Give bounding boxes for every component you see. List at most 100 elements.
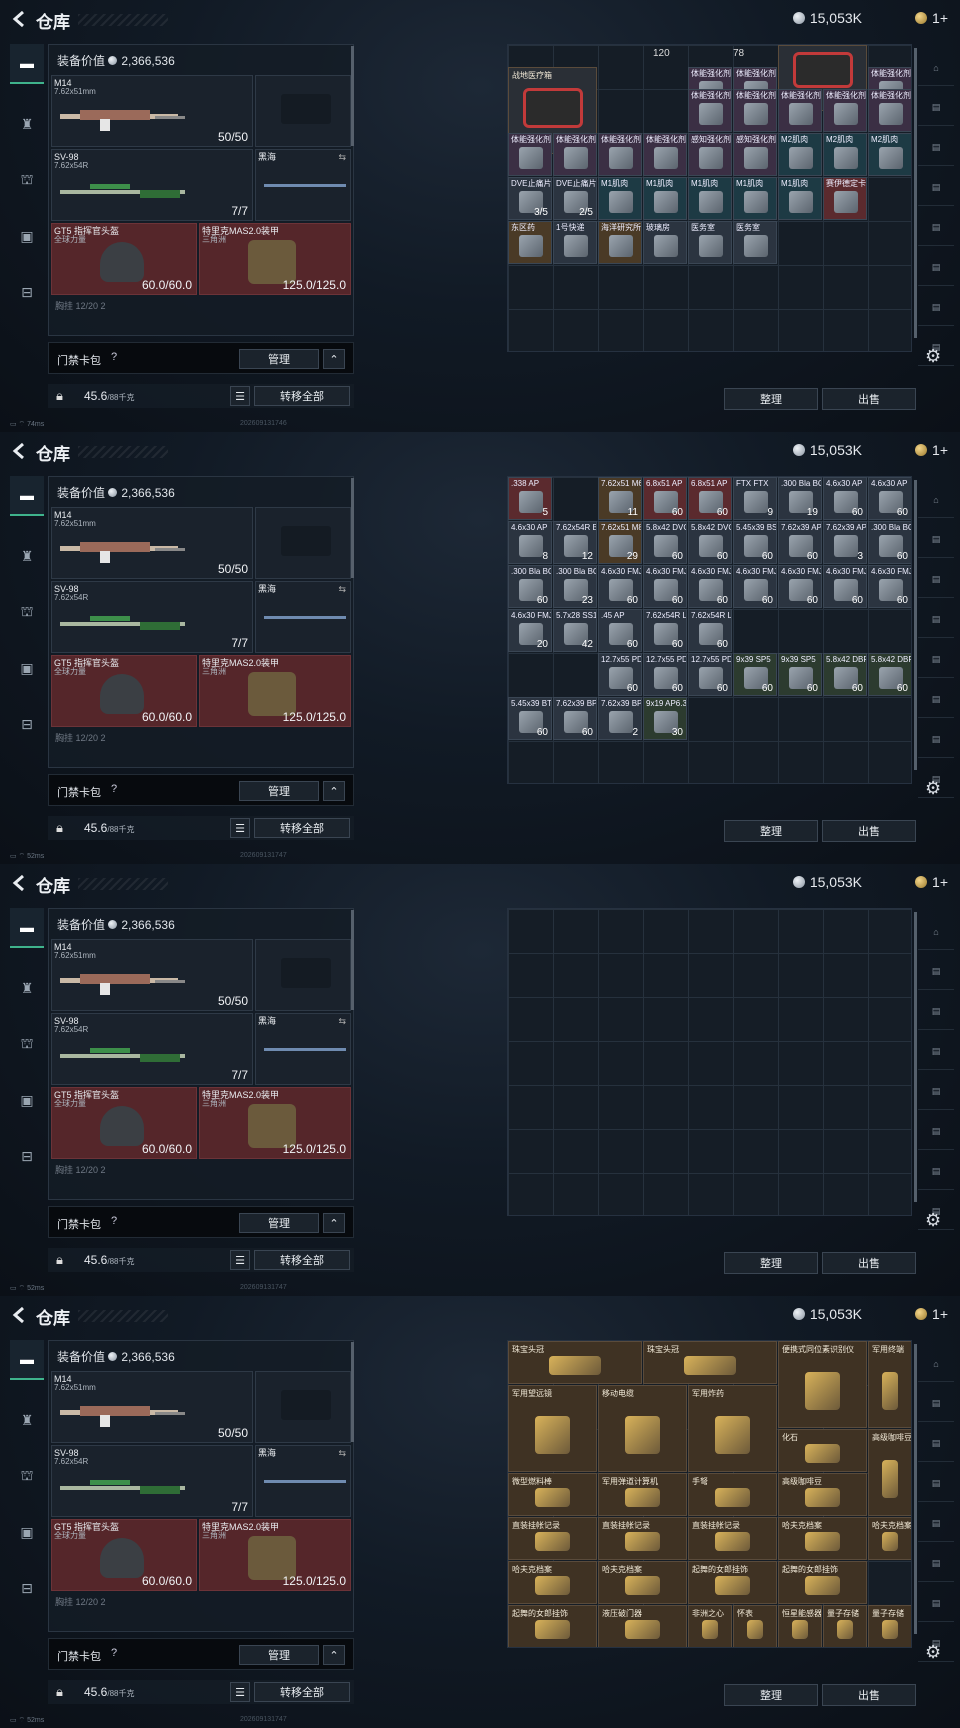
valuable-item[interactable]: 高级咖啡豆 [778,1473,867,1516]
sell-button[interactable]: 出售 [822,388,916,410]
swap-icon[interactable]: ⇆ [338,584,346,595]
primary-weapon-slot[interactable]: M14 7.62x51mm 50/50 [51,939,253,1011]
backpack-icon[interactable]: ⛫ [10,592,44,632]
valuable-item[interactable]: 哈夫克档案 [868,1517,911,1560]
stash-tab-icon[interactable]: ▤ [918,562,954,598]
inventory-item[interactable]: 4.6x30 AP 60 [823,477,867,520]
inventory-item[interactable]: 4.6x30 FMJ SX 60 [823,565,867,608]
sell-button[interactable]: 出售 [822,1684,916,1706]
stash-grid[interactable]: 战地医疗箱80080012078体能强化剂体能强化剂体能强化剂体能强化剂体能强化… [507,44,912,352]
stash-tab-icon[interactable]: ▤ [918,1386,954,1422]
stash-tab-icon[interactable]: ▤ [918,1586,954,1622]
helmet-slot[interactable]: GT5 指挥官头盔 全球力量 60.0/60.0 [51,1519,197,1591]
stash-grid[interactable] [507,908,912,1216]
help-icon[interactable]: ? [111,1215,117,1227]
stash-grid[interactable]: .338 AP57.62x51 M62116.8x51 AP606.8x51 A… [507,476,912,784]
equipment-scrollbar[interactable] [351,478,354,578]
backpack-icon[interactable]: ⛫ [10,160,44,200]
chevron-up-icon[interactable]: ⌃ [323,781,345,801]
valuable-item[interactable]: 手弩 [688,1473,777,1516]
valuable-item[interactable]: 军用终端 [868,1341,911,1428]
inventory-item[interactable]: 4.6x30 AP 8 [508,521,552,564]
valuable-item[interactable]: 高级咖啡豆 [868,1429,911,1516]
transfer-all-button[interactable]: 转移全部 [254,1682,350,1702]
inventory-item[interactable]: 体能强化剂 [508,133,552,176]
valuable-item[interactable]: 恒星能感器 [778,1605,822,1647]
gun-icon[interactable]: ▬ [10,44,44,84]
gun-icon[interactable]: ▬ [10,1340,44,1380]
swap-icon[interactable]: ⇆ [338,152,346,163]
back-arrow-icon[interactable] [10,441,28,461]
inventory-item[interactable]: .300 Bla BCP FMJ 60 [868,521,911,564]
sort-button[interactable]: 整理 [724,1684,818,1706]
stash-tab-icon[interactable]: ▤ [918,522,954,558]
inventory-item[interactable]: M2肌肉 [868,133,911,176]
back-arrow-icon[interactable] [10,9,28,29]
inventory-item[interactable]: 9x39 SP5 60 [733,653,777,696]
inventory-item[interactable]: 9x39 SP5 60 [778,653,822,696]
manage-button[interactable]: 管理 [239,1645,319,1665]
armor-slot[interactable]: 特里克MAS2.0装甲 三角洲 125.0/125.0 [199,1519,351,1591]
stash-tab-icon[interactable]: ▤ [918,1034,954,1070]
gear-icon[interactable]: ⚙ [925,778,941,799]
inventory-item[interactable]: 5.7x28 SS190 42 [553,609,597,652]
stash-scrollbar[interactable] [914,1344,917,1634]
inventory-item[interactable]: 7.62x51 M62 11 [598,477,642,520]
vest-icon[interactable]: ♜ [10,968,44,1008]
primary-weapon-slot[interactable]: M14 7.62x51mm 50/50 [51,507,253,579]
inventory-item[interactable]: 体能强化剂 [598,133,642,176]
inventory-item[interactable]: .300 Bla BCP FMJ 60 [508,565,552,608]
briefcase-icon[interactable]: ⊟ [10,1136,44,1176]
inventory-item[interactable]: M1肌肉 [733,177,777,220]
inventory-item[interactable]: 5.45x39 BT 60 [508,697,552,740]
valuable-item[interactable]: 军用弹道计算机 [598,1473,687,1516]
sort-button[interactable]: 整理 [724,820,818,842]
inventory-item[interactable]: 医务室 [688,221,732,264]
briefcase-icon[interactable]: ⊟ [10,272,44,312]
inventory-item[interactable]: 12.7x55 PD12 60 [643,653,687,696]
manage-button[interactable]: 管理 [239,1213,319,1233]
stash-tab-icon[interactable]: ▤ [918,1506,954,1542]
inventory-item[interactable]: 5.8x42 DBP10 60 [823,653,867,696]
valuable-item[interactable]: 非洲之心 [688,1605,732,1647]
inventory-item[interactable]: FTX FTX 9 [733,477,777,520]
manage-button[interactable]: 管理 [239,349,319,369]
inventory-item[interactable]: 感知强化剂 [733,133,777,176]
helmet-slot[interactable]: GT5 指挥官头盔 全球力量 60.0/60.0 [51,1087,197,1159]
inventory-item[interactable]: 7.62x54R BT 12 [553,521,597,564]
melee-slot[interactable]: 黑海 ⇆ [255,1445,351,1517]
vest-icon[interactable]: ♜ [10,536,44,576]
valuable-item[interactable]: 哈夫克档案 [598,1561,687,1604]
inventory-item[interactable]: DVE止痛片 3/5 [508,177,552,220]
back-arrow-icon[interactable] [10,873,28,893]
backpack-icon[interactable]: ⛫ [10,1456,44,1496]
inventory-item[interactable]: 感知强化剂 [688,133,732,176]
inventory-item[interactable]: 体能强化剂 [643,133,687,176]
briefcase-icon[interactable]: ⊟ [10,1568,44,1608]
inventory-item[interactable]: .300 Bla BCP FMJ 19 [778,477,822,520]
help-icon[interactable]: ? [111,351,117,363]
inventory-item[interactable]: M2肌肉 [778,133,822,176]
inventory-item[interactable]: 体能强化剂 [733,89,777,132]
inventory-item[interactable]: .338 AP 5 [508,477,552,520]
primary-weapon-slot[interactable]: M14 7.62x51mm 50/50 [51,75,253,147]
inventory-item[interactable]: 体能强化剂 [823,89,867,132]
stash-main-tab-icon[interactable]: ⌂ [918,482,954,518]
inventory-item[interactable]: 7.62x51 M80 29 [598,521,642,564]
secondary-weapon-slot[interactable]: SV-98 7.62x54R 7/7 [51,1013,253,1085]
valuable-item[interactable]: 珠宝头冠 [643,1341,777,1384]
inventory-item[interactable]: 4.6x30 FMJ SX 20 [508,609,552,652]
inventory-item[interactable]: 体能强化剂 [778,89,822,132]
inventory-item[interactable]: M1肌肉 [643,177,687,220]
stash-tab-icon[interactable]: ▤ [918,994,954,1030]
inventory-item[interactable]: 6.8x51 AP 60 [643,477,687,520]
stash-tab-icon[interactable]: ▤ [918,1466,954,1502]
list-icon[interactable]: ☰ [230,1250,250,1270]
gear-icon[interactable]: ⚙ [925,1642,941,1663]
helmet-slot[interactable]: GT5 指挥官头盔 全球力量 60.0/60.0 [51,655,197,727]
case-icon[interactable]: ▣ [10,1080,44,1120]
inventory-item[interactable]: 赛伊德定卡 [823,177,867,220]
stash-tab-icon[interactable]: ▤ [918,90,954,126]
valuable-item[interactable]: 起舞的女郎挂饰 [688,1561,777,1604]
valuable-item[interactable]: 直装挂帐记录 [598,1517,687,1560]
